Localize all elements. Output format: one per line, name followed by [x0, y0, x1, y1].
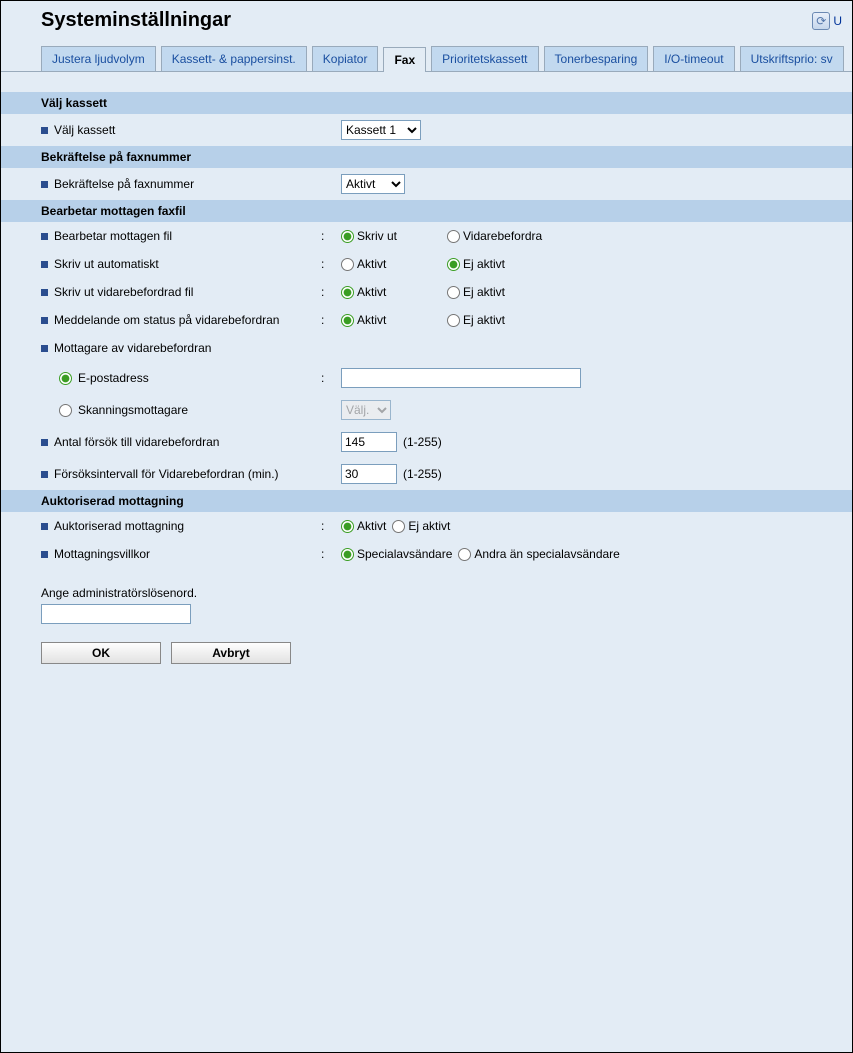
bullet-icon: [41, 551, 48, 558]
radio-auto-aktivt[interactable]: [341, 258, 354, 271]
radio-epost[interactable]: [59, 372, 72, 385]
label-skann: Skanningsmottagare: [78, 403, 188, 417]
radio-medd-ej[interactable]: [447, 314, 460, 327]
radio-medd-aktivt[interactable]: [341, 314, 354, 327]
bullet-icon: [41, 127, 48, 134]
colon: :: [321, 313, 341, 327]
refresh-label: U: [833, 14, 842, 28]
radio-label-medd-aktivt: Aktivt: [357, 313, 386, 327]
bullet-icon: [41, 233, 48, 240]
bullet-icon: [41, 289, 48, 296]
tab-copier[interactable]: Kopiator: [312, 46, 379, 71]
radio-label-auto-ej: Ej aktivt: [463, 257, 505, 271]
tab-fax[interactable]: Fax: [383, 47, 426, 72]
input-admin-password[interactable]: [41, 604, 191, 624]
radio-skann[interactable]: [59, 404, 72, 417]
colon: :: [321, 371, 341, 385]
hint-antal: (1-255): [403, 435, 442, 449]
colon: :: [321, 229, 341, 243]
radio-label-special: Specialavsändare: [357, 547, 452, 561]
radio-andra[interactable]: [458, 548, 471, 561]
section-auktoriserad: Auktoriserad mottagning: [1, 490, 852, 512]
cancel-button[interactable]: Avbryt: [171, 642, 291, 664]
hint-intervall: (1-255): [403, 467, 442, 481]
input-intervall[interactable]: [341, 464, 397, 484]
radio-aukt-aktivt[interactable]: [341, 520, 354, 533]
radio-label-vidare-ej: Ej aktivt: [463, 285, 505, 299]
colon: :: [321, 547, 341, 561]
tab-audio[interactable]: Justera ljudvolym: [41, 46, 156, 71]
radio-label-auto-aktivt: Aktivt: [357, 257, 386, 271]
input-epost[interactable]: [341, 368, 581, 388]
label-epost: E-postadress: [78, 371, 149, 385]
label-antal: Antal försök till vidarebefordran: [54, 435, 219, 449]
tab-toner[interactable]: Tonerbesparing: [544, 46, 649, 71]
bullet-icon: [41, 523, 48, 530]
label-bearbetar-fil: Bearbetar mottagen fil: [54, 229, 172, 243]
ok-button[interactable]: OK: [41, 642, 161, 664]
radio-label-medd-ej: Ej aktivt: [463, 313, 505, 327]
refresh-area: ⟳ U: [812, 12, 842, 30]
radio-special[interactable]: [341, 548, 354, 561]
bullet-icon: [41, 317, 48, 324]
page-title: Systeminställningar: [41, 9, 231, 32]
colon: :: [321, 519, 341, 533]
section-bekraftelse: Bekräftelse på faxnummer: [1, 146, 852, 168]
radio-label-vidare-aktivt: Aktivt: [357, 285, 386, 299]
tab-priority[interactable]: Prioritetskassett: [431, 46, 538, 71]
bullet-icon: [41, 439, 48, 446]
label-mottagare: Mottagare av vidarebefordran: [54, 341, 211, 355]
section-valj-kassett: Välj kassett: [1, 92, 852, 114]
tab-io[interactable]: I/O-timeout: [653, 46, 734, 71]
label-bekraftelse: Bekräftelse på faxnummer: [54, 177, 194, 191]
radio-label-vidarebefordra: Vidarebefordra: [463, 229, 542, 243]
label-valj-kassett: Välj kassett: [54, 123, 115, 137]
admin-label: Ange administratörslösenord.: [41, 586, 852, 600]
radio-aukt-ej[interactable]: [392, 520, 405, 533]
section-bearbetar: Bearbetar mottagen faxfil: [1, 200, 852, 222]
label-skriv-vidare: Skriv ut vidarebefordrad fil: [54, 285, 193, 299]
select-kassett[interactable]: Kassett 1: [341, 120, 421, 140]
tab-cassette[interactable]: Kassett- & pappersinst.: [161, 46, 307, 71]
radio-label-aukt-ej: Ej aktivt: [408, 519, 450, 533]
radio-vidare-aktivt[interactable]: [341, 286, 354, 299]
bullet-icon: [41, 181, 48, 188]
radio-auto-ej[interactable]: [447, 258, 460, 271]
refresh-icon[interactable]: ⟳: [812, 12, 830, 30]
label-meddelande: Meddelande om status på vidarebefordran: [54, 313, 279, 327]
colon: :: [321, 285, 341, 299]
select-skann: Välj.: [341, 400, 391, 420]
label-villkor: Mottagningsvillkor: [54, 547, 150, 561]
bullet-icon: [41, 471, 48, 478]
select-bekraftelse[interactable]: Aktivt: [341, 174, 405, 194]
radio-skriv-ut[interactable]: [341, 230, 354, 243]
colon: :: [321, 257, 341, 271]
label-intervall: Försöksintervall för Vidarebefordran (mi…: [54, 467, 279, 481]
radio-vidarebefordra[interactable]: [447, 230, 460, 243]
radio-label-aukt-aktivt: Aktivt: [357, 519, 386, 533]
bullet-icon: [41, 345, 48, 352]
radio-label-skriv-ut: Skriv ut: [357, 229, 397, 243]
tabs: Justera ljudvolym Kassett- & pappersinst…: [1, 36, 852, 72]
radio-label-andra: Andra än specialavsändare: [474, 547, 619, 561]
radio-vidare-ej[interactable]: [447, 286, 460, 299]
bullet-icon: [41, 261, 48, 268]
label-aukt: Auktoriserad mottagning: [54, 519, 184, 533]
input-antal[interactable]: [341, 432, 397, 452]
label-skriv-auto: Skriv ut automatiskt: [54, 257, 159, 271]
tab-print-prio[interactable]: Utskriftsprio: sv: [740, 46, 844, 71]
